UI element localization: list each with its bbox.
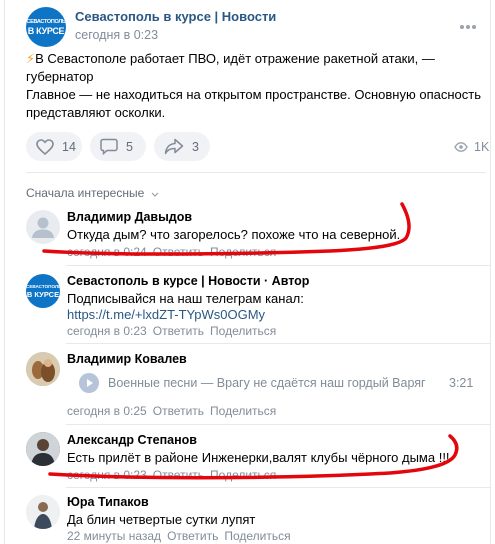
reply-button[interactable]: Ответить [153, 245, 204, 259]
comment-link[interactable]: https://t.me/+lxdZT-TYpWs0OGMy [67, 306, 265, 323]
divider [26, 172, 486, 173]
views-counter: 1K [454, 140, 489, 154]
sort-label: Сначала интересные [26, 186, 145, 200]
comments-sort-dropdown[interactable]: Сначала интересные [26, 186, 159, 200]
post-timestamp[interactable]: сегодня в 0:23 [75, 28, 158, 42]
chevron-down-icon [151, 192, 159, 197]
like-button[interactable]: 14 [26, 132, 82, 161]
comment-button[interactable]: 5 [90, 132, 146, 161]
avatar-logo-text: В КУРСЕ [26, 290, 60, 299]
comment-text: Откуда дым? что загорелось? похоже что н… [67, 227, 401, 242]
divider [66, 487, 490, 488]
share-icon [164, 138, 184, 155]
share-comment-button[interactable]: Поделиться [210, 468, 276, 482]
audio-artist: Военные песни [108, 376, 198, 390]
share-count: 3 [192, 139, 199, 154]
share-comment-button[interactable]: Поделиться [224, 529, 290, 543]
comment-text: Есть прилёт в районе Инженерки,валят клу… [67, 450, 450, 465]
avatar-logo-text: СЕВАСТОПОЛЬ [26, 284, 60, 289]
avatar-photo [26, 432, 60, 466]
comment-time[interactable]: сегодня в 0:23 [67, 468, 147, 482]
comment-text: Подписывайся на наш телеграм канал: [67, 291, 304, 306]
comment-icon [100, 138, 118, 155]
avatar-photo [26, 495, 60, 529]
post-text-line: представляют осколки. [26, 105, 166, 120]
post-text: В Севастополе работает ПВО, идёт отражен… [26, 51, 435, 84]
share-comment-button[interactable]: Поделиться [210, 404, 276, 418]
post-text-line: Главное — не находиться на открытом прос… [26, 87, 481, 102]
avatar[interactable] [26, 432, 60, 466]
eye-icon [454, 142, 468, 152]
reply-button[interactable]: Ответить [153, 324, 204, 338]
share-comment-button[interactable]: Поделиться [210, 324, 276, 338]
reply-button[interactable]: Ответить [153, 404, 204, 418]
comment-meta: сегодня в 0:25 Ответить Поделиться [67, 404, 282, 418]
divider [66, 343, 490, 344]
heart-icon [36, 138, 54, 155]
avatar-logo-text: СЕВАСТОПОЛЬ [26, 19, 66, 25]
audio-track[interactable]: Военные песни — Врагу не сдаётся наш гор… [108, 376, 426, 390]
left-border [4, 0, 5, 544]
comment-meta: сегодня в 0:23 Ответить Поделиться [67, 468, 282, 482]
avatar[interactable] [26, 352, 60, 386]
comment-text: Да блин четвертые сутки лупят [67, 512, 256, 527]
audio-title: Врагу не сдаётся наш гордый Варяг [216, 376, 426, 390]
avatar[interactable] [26, 210, 60, 244]
audio-dash: — [200, 376, 214, 390]
comment-meta: сегодня в 0:24 Ответить Поделиться [67, 245, 282, 259]
comment-count: 5 [126, 139, 133, 154]
comment-author[interactable]: Юра Типаков [67, 495, 149, 509]
post-text-line: ⚡В Севастополе работает ПВО, идёт отраже… [26, 50, 495, 86]
divider [66, 424, 490, 425]
share-comment-button[interactable]: Поделиться [210, 245, 276, 259]
comment-meta: сегодня в 0:23 Ответить Поделиться [67, 324, 282, 338]
comment-author[interactable]: Александр Степанов [67, 433, 197, 447]
like-count: 14 [62, 139, 76, 154]
avatar-logo-text: В КУРСЕ [27, 26, 65, 36]
reply-button[interactable]: Ответить [153, 468, 204, 482]
comment-author[interactable]: Владимир Давыдов [67, 210, 192, 224]
more-icon[interactable] [460, 17, 480, 29]
avatar[interactable] [26, 495, 60, 529]
comment-time[interactable]: сегодня в 0:23 [67, 324, 147, 338]
divider [66, 265, 490, 266]
avatar-photo [26, 352, 60, 386]
comment-time[interactable]: сегодня в 0:24 [67, 245, 147, 259]
audio-duration: 3:21 [449, 376, 474, 390]
comment-author[interactable]: Севастополь в курсе | Новости · Автор [67, 274, 309, 288]
reply-button[interactable]: Ответить [167, 529, 218, 543]
comment-meta: 22 минуты назад Ответить Поделиться [67, 529, 297, 543]
views-count: 1K [474, 140, 490, 154]
share-button[interactable]: 3 [154, 132, 210, 161]
post-author-avatar[interactable]: СЕВАСТОПОЛЬ В КУРСЕ [26, 7, 66, 47]
comment-time[interactable]: 22 минуты назад [67, 529, 161, 543]
lightning-icon: ⚡ [26, 51, 36, 66]
comment-author[interactable]: Владимир Ковалев [67, 352, 187, 366]
post-author-link[interactable]: Севастополь в курсе | Новости [75, 9, 276, 24]
play-icon [87, 379, 93, 387]
user-placeholder-icon [32, 217, 54, 238]
play-button[interactable] [79, 373, 99, 393]
avatar[interactable]: СЕВАСТОПОЛЬ В КУРСЕ [26, 274, 60, 308]
comment-time[interactable]: сегодня в 0:25 [67, 404, 147, 418]
